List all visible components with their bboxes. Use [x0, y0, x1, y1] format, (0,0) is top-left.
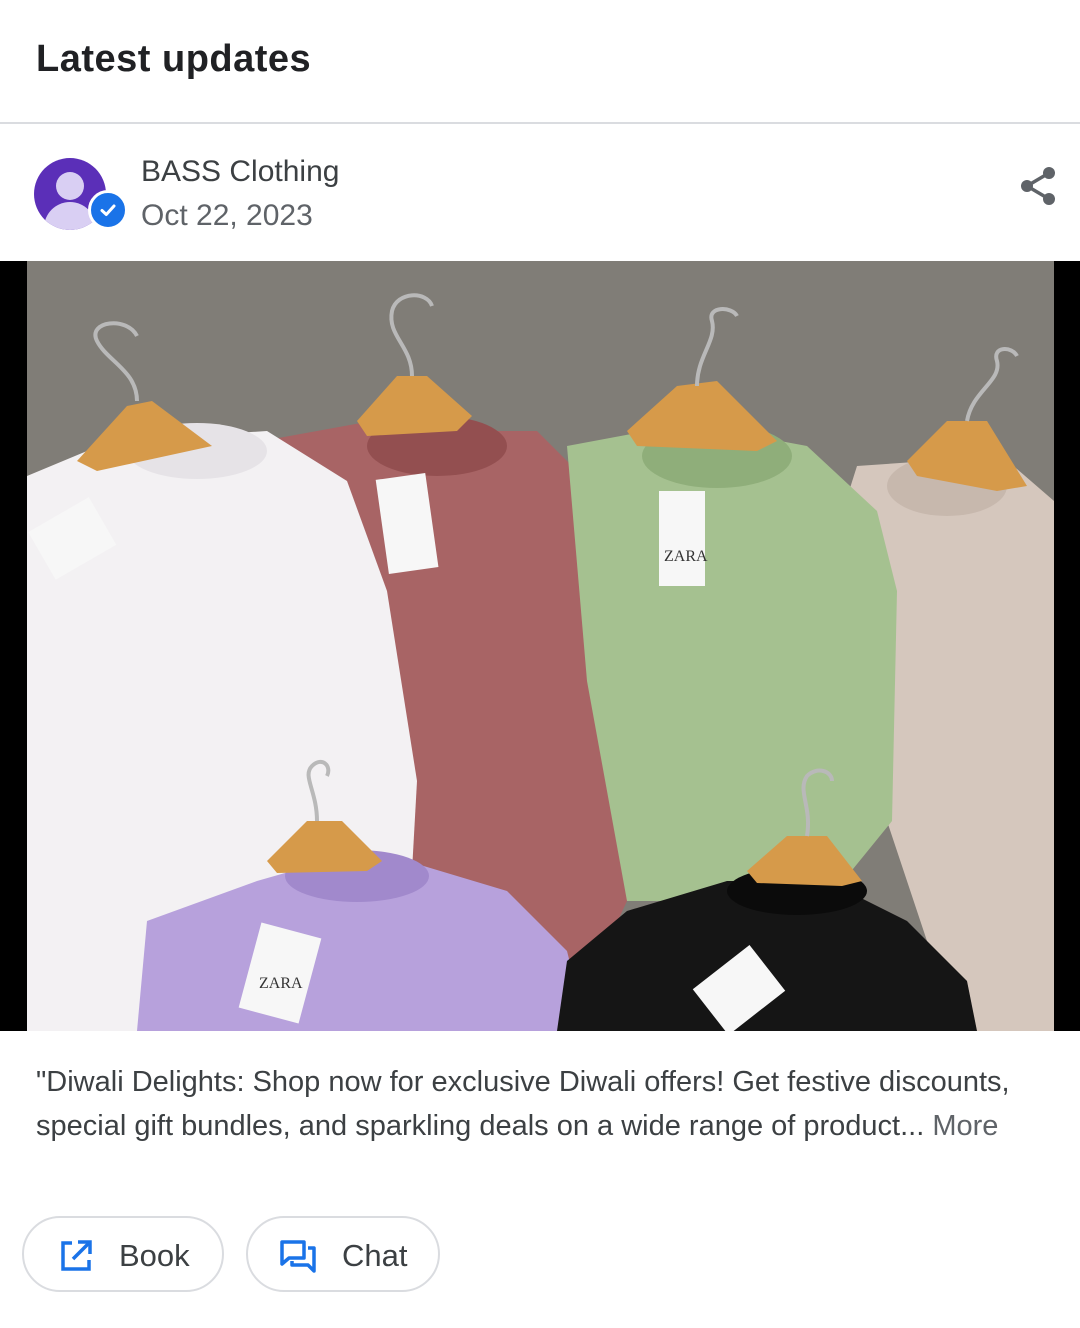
post-date: Oct 22, 2023: [141, 199, 313, 232]
verified-check-icon: [88, 190, 128, 230]
post-text: "Diwali Delights: Shop now for exclusive…: [36, 1060, 1046, 1148]
green-sweatshirt: [567, 424, 897, 901]
open-in-new-icon: [61, 1240, 92, 1271]
more-link[interactable]: More: [932, 1110, 998, 1142]
tag-text: ZARA: [664, 548, 708, 565]
book-label: Book: [119, 1238, 190, 1273]
post-body: "Diwali Delights: Shop now for exclusive…: [36, 1066, 1010, 1142]
section-header: Latest updates: [0, 0, 1080, 124]
business-name[interactable]: BASS Clothing: [141, 155, 339, 189]
tag-text: ZARA: [259, 975, 303, 992]
post-header: BASS Clothing Oct 22, 2023: [0, 124, 1080, 262]
book-button[interactable]: Book: [22, 1216, 224, 1292]
chat-button[interactable]: Chat: [246, 1216, 440, 1292]
chat-bubbles-icon: [280, 1240, 316, 1273]
share-icon[interactable]: [1018, 165, 1060, 207]
chat-label: Chat: [342, 1238, 408, 1273]
section-title: Latest updates: [36, 38, 312, 80]
post-image[interactable]: ZARA ZARA: [0, 261, 1080, 1031]
